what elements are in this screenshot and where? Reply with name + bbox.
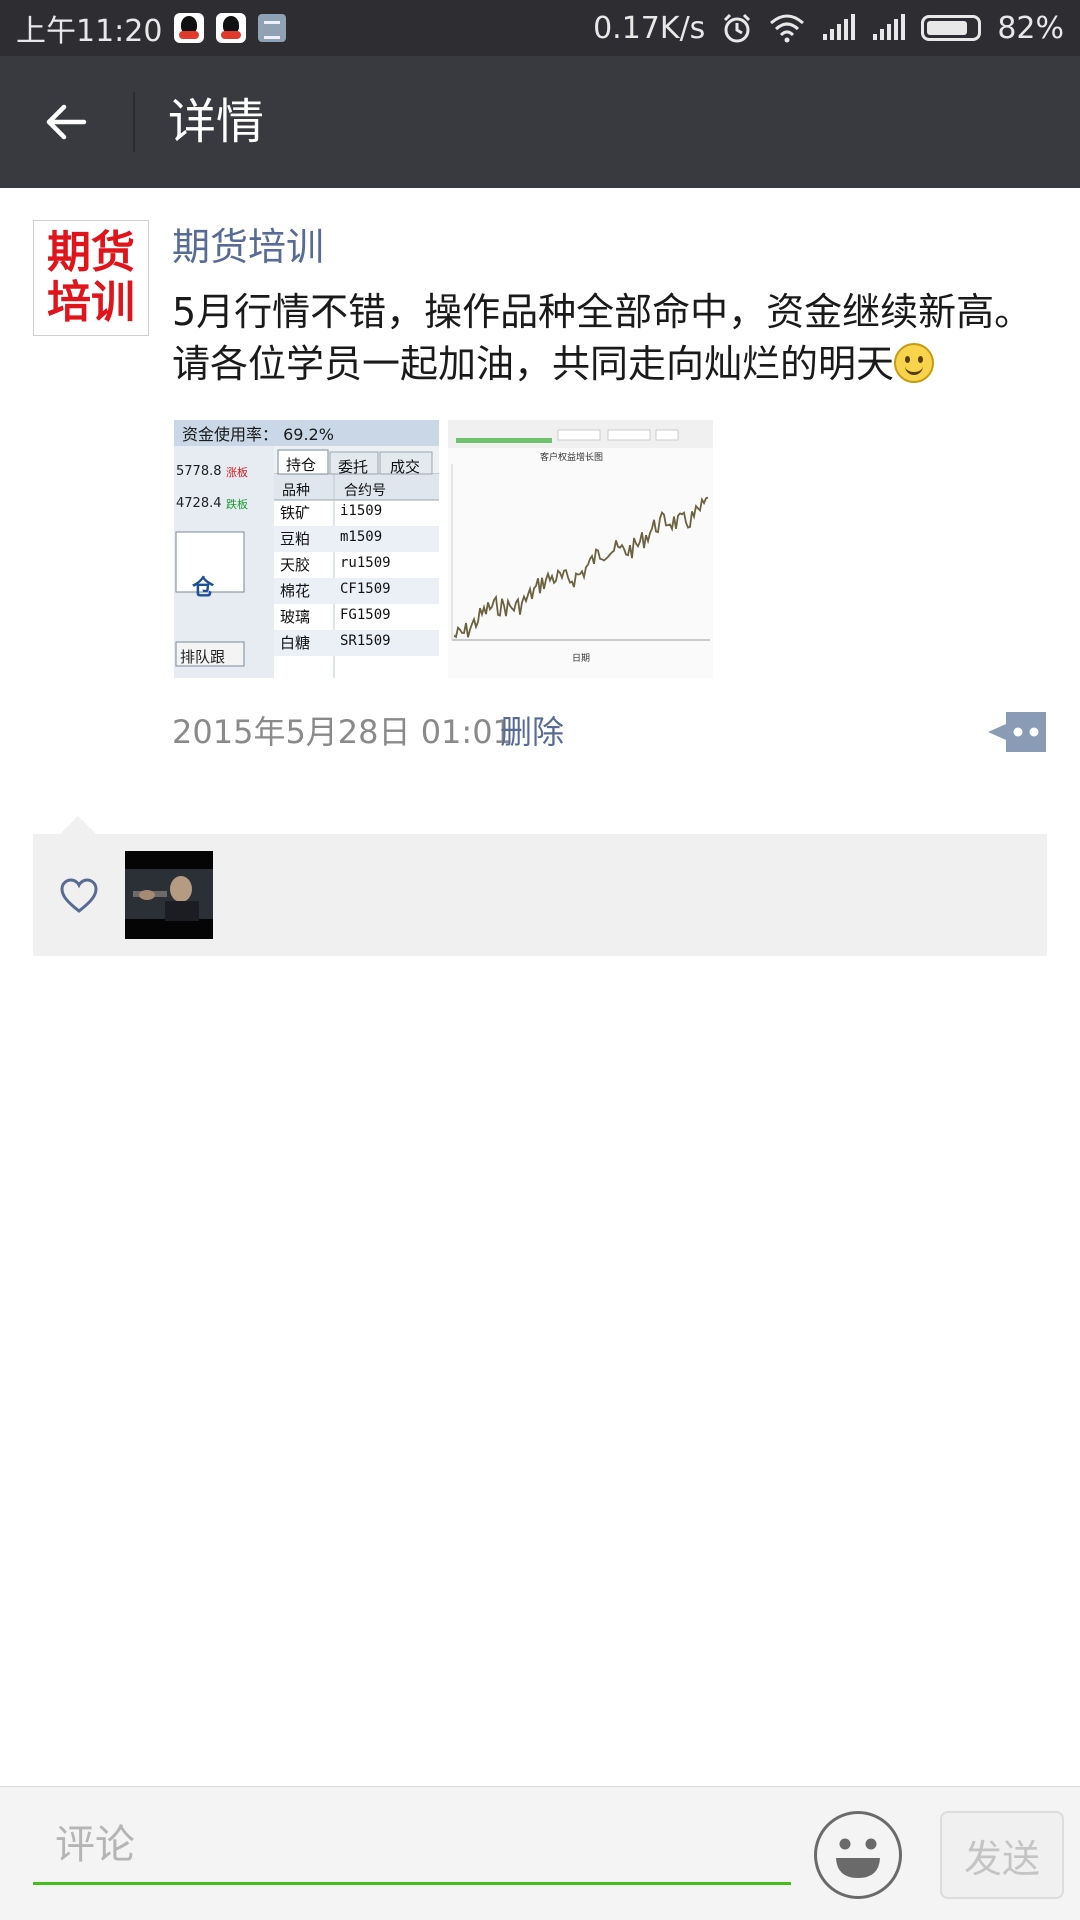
photo1-cell-commodity: 天胶	[280, 556, 311, 574]
wifi-icon	[769, 13, 805, 43]
photo1-cell-contract: FG1509	[340, 607, 391, 623]
photo1-cell-commodity: 豆粕	[280, 530, 311, 548]
post-text-line-2: 请各位学员一起加油，共同走向灿烂的明天	[172, 342, 895, 386]
post-photo-positions[interactable]: 资金使用率： 69.2% 5778.8 涨板 4728.4 跌板 仓 排队跟 持…	[174, 420, 439, 678]
emoji-face-icon	[836, 1838, 880, 1878]
photo1-cell-commodity: 棉花	[280, 582, 311, 600]
author-avatar[interactable]: 期货 培训	[33, 220, 149, 336]
photo1-cell-contract: m1509	[340, 529, 383, 545]
status-time: 上午11:20	[16, 14, 163, 49]
photo1-header: 资金使用率： 69.2%	[182, 425, 334, 444]
page-title: 详情	[168, 94, 265, 150]
chart-title: 客户权益增长图	[540, 453, 604, 463]
photo1-cell-contract: CF1509	[340, 581, 391, 597]
equity-line	[453, 496, 709, 639]
photo1-tab: 成交	[390, 458, 421, 476]
emoji-button[interactable]	[814, 1811, 902, 1899]
post-time: 2015年5月28日 01:01	[172, 713, 513, 751]
post-photo-equity-chart[interactable]: 客户权益增长图 日期	[448, 420, 713, 678]
liker-avatar[interactable]	[125, 851, 213, 939]
qq-icon	[216, 13, 247, 43]
photo1-tab: 持仓	[286, 456, 317, 474]
avatar-text: 培训	[47, 277, 135, 328]
photo1-value: 5778.8	[176, 464, 222, 479]
qq-icon	[174, 13, 205, 43]
title-bar: 详情	[0, 56, 1080, 188]
post-content: 5月行情不错，操作品种全部命中，资金继续新高。 请各位学员一起加油，共同走向灿烂…	[172, 286, 1052, 390]
battery-percent: 82%	[997, 10, 1064, 46]
photo1-cell-commodity: 白糖	[280, 634, 311, 652]
alarm-icon	[721, 12, 753, 44]
photo1-badge: 涨板	[226, 466, 248, 479]
chart-x-caption: 日期	[572, 654, 591, 664]
photo1-cell-commodity: 铁矿	[280, 504, 311, 522]
photo1-badge: 跌板	[226, 498, 248, 511]
signal-icon	[871, 14, 906, 42]
delete-link[interactable]: 删除	[500, 710, 564, 754]
author-name[interactable]: 期货培训	[172, 224, 324, 270]
photo1-tab: 委托	[338, 458, 369, 476]
arrow-left-icon	[46, 104, 87, 140]
comment-bar: 发送	[0, 1786, 1080, 1920]
back-button[interactable]	[30, 86, 102, 158]
liker-avatar-image	[125, 851, 213, 939]
network-speed: 0.17K/s	[593, 10, 706, 46]
document-icon	[258, 14, 287, 42]
photo1-cell-commodity: 玻璃	[280, 608, 311, 626]
signal-icon	[821, 14, 856, 42]
photo1-value: 4728.4	[176, 496, 222, 511]
photo1-cell-contract: SR1509	[340, 633, 391, 649]
post-text-line: 请各位学员一起加油，共同走向灿烂的明天	[172, 338, 1052, 390]
heart-icon	[60, 878, 98, 913]
comment-input[interactable]	[33, 1807, 791, 1885]
battery-icon	[921, 15, 982, 41]
title-divider	[133, 92, 135, 152]
photo1-cell-contract: ru1509	[340, 555, 391, 571]
comment-more-icon	[988, 712, 1046, 752]
post-text-line: 5月行情不错，操作品种全部命中，资金继续新高。	[172, 290, 1033, 334]
status-bar-left: 上午11:20	[16, 0, 287, 56]
avatar-text: 期货	[47, 227, 135, 278]
likes-caret	[60, 816, 96, 834]
status-bar: 上午11:20 0.17K/s 82%	[0, 0, 1080, 56]
photo1-cell-contract: i1509	[340, 503, 383, 519]
smiley-icon	[894, 343, 935, 383]
photo1-queue-button: 排队跟	[180, 648, 226, 666]
photo1-column: 品种	[282, 483, 310, 499]
status-bar-right: 0.17K/s 82%	[593, 0, 1064, 56]
photo1-column: 合约号	[344, 483, 386, 499]
comment-more-button[interactable]	[984, 710, 1048, 754]
photo1-side-button: 仓	[192, 576, 215, 601]
send-button[interactable]: 发送	[940, 1811, 1064, 1899]
battery-level	[927, 21, 967, 35]
